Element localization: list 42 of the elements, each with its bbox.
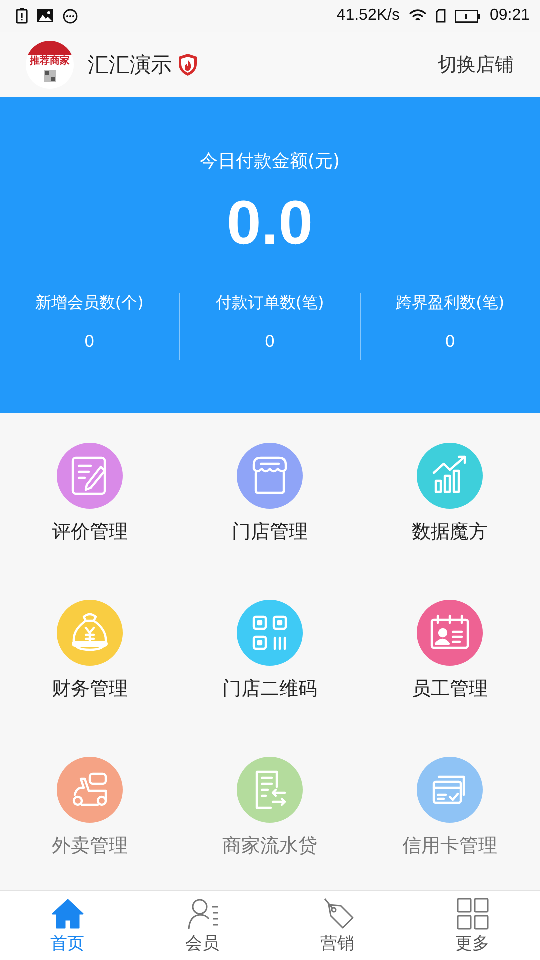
switch-store-link[interactable]: 切换店铺 — [438, 52, 514, 78]
feature-button[interactable]: 财务管理 — [0, 600, 180, 702]
feature-button[interactable]: 门店二维码 — [180, 600, 360, 702]
amount-label: 今日付款金额(元) — [200, 150, 340, 173]
document-arrows-icon — [237, 757, 303, 823]
chart-icon — [417, 443, 483, 509]
feature-button[interactable]: 数据魔方 — [360, 443, 540, 545]
feature-button[interactable]: 评价管理 — [0, 443, 180, 545]
stat-value: 0 — [265, 332, 275, 352]
stat-value: 0 — [446, 332, 456, 352]
note-pencil-icon — [57, 443, 123, 509]
stat-value: 0 — [84, 332, 94, 352]
store-name: 汇汇演示 — [88, 52, 172, 78]
feature-button[interactable]: 门店管理 — [180, 443, 360, 545]
store-logo: 推荐商家 — [26, 40, 74, 88]
money-bag-icon — [57, 600, 123, 666]
shop-icon — [237, 443, 303, 509]
more-icon — [63, 8, 78, 24]
stat-label: 新增会员数(个) — [35, 293, 144, 314]
network-speed: 41.52K/s — [336, 7, 400, 25]
shield-icon — [178, 52, 198, 76]
battery-icon — [454, 10, 481, 22]
person-list-icon — [186, 896, 220, 930]
feature-button[interactable]: 员工管理 — [360, 600, 540, 702]
stat-label: 付款订单数(笔) — [216, 293, 324, 314]
id-card-icon — [417, 600, 483, 666]
clock: 09:21 — [490, 7, 530, 25]
nav-tab[interactable]: 首页 — [0, 891, 135, 960]
sim-icon — [436, 9, 446, 23]
image-icon — [37, 9, 54, 23]
qr-code-icon — [237, 600, 303, 666]
scooter-icon — [57, 757, 123, 823]
nav-tab[interactable]: 会员 — [135, 891, 270, 960]
alert-icon — [16, 8, 28, 24]
cards-icon — [417, 757, 483, 823]
wifi-icon — [408, 9, 427, 23]
stat-label: 跨界盈利数(笔) — [396, 293, 505, 314]
amount-value: 0.0 — [226, 189, 314, 259]
home-icon — [50, 896, 84, 930]
nav-tab[interactable]: 更多 — [405, 891, 540, 960]
grid-icon — [456, 896, 490, 930]
nav-tab[interactable]: 营销 — [270, 891, 405, 960]
